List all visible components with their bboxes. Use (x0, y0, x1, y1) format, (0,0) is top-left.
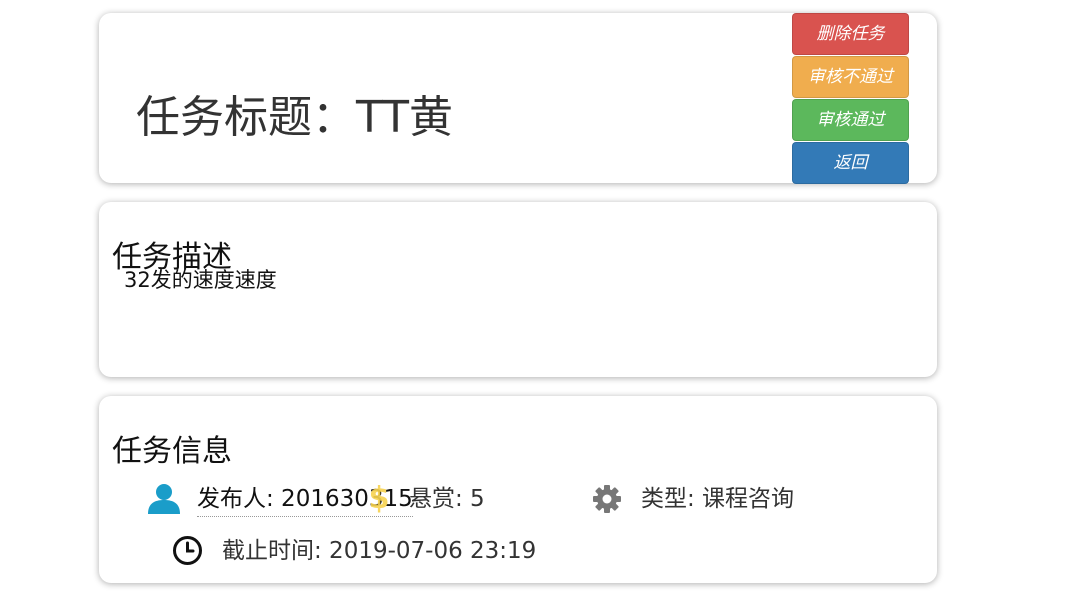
svg-text:$: $ (369, 481, 390, 514)
user-icon (148, 484, 180, 514)
approve-review-button[interactable]: 审核通过 (792, 99, 909, 141)
task-title-card: 任务标题：TT黄 删除任务 审核不通过 审核通过 返回 (99, 13, 937, 185)
reject-review-button[interactable]: 审核不通过 (792, 56, 909, 98)
clock-icon (173, 536, 202, 565)
description-text: 32发的速度速度 (124, 268, 277, 292)
action-buttons: 删除任务 审核不通过 审核通过 返回 (792, 13, 909, 185)
back-button[interactable]: 返回 (792, 142, 909, 184)
task-info-card: 任务信息 发布人: 201630315 $ 悬赏: 5 类型: 课程咨询 截止时… (99, 396, 937, 583)
deadline-label: 截止时间: 2019-07-06 23:19 (222, 538, 537, 564)
info-heading: 任务信息 (112, 433, 232, 469)
type-label: 类型: 课程咨询 (641, 486, 795, 512)
reward-label: 悬赏: 5 (409, 486, 485, 512)
delete-task-button[interactable]: 删除任务 (792, 13, 909, 55)
gear-icon (593, 485, 621, 513)
dollar-icon: $ (369, 481, 390, 514)
task-description-card: 任务描述 32发的速度速度 (99, 202, 937, 377)
page-title: 任务标题：TT黄 (136, 92, 453, 144)
